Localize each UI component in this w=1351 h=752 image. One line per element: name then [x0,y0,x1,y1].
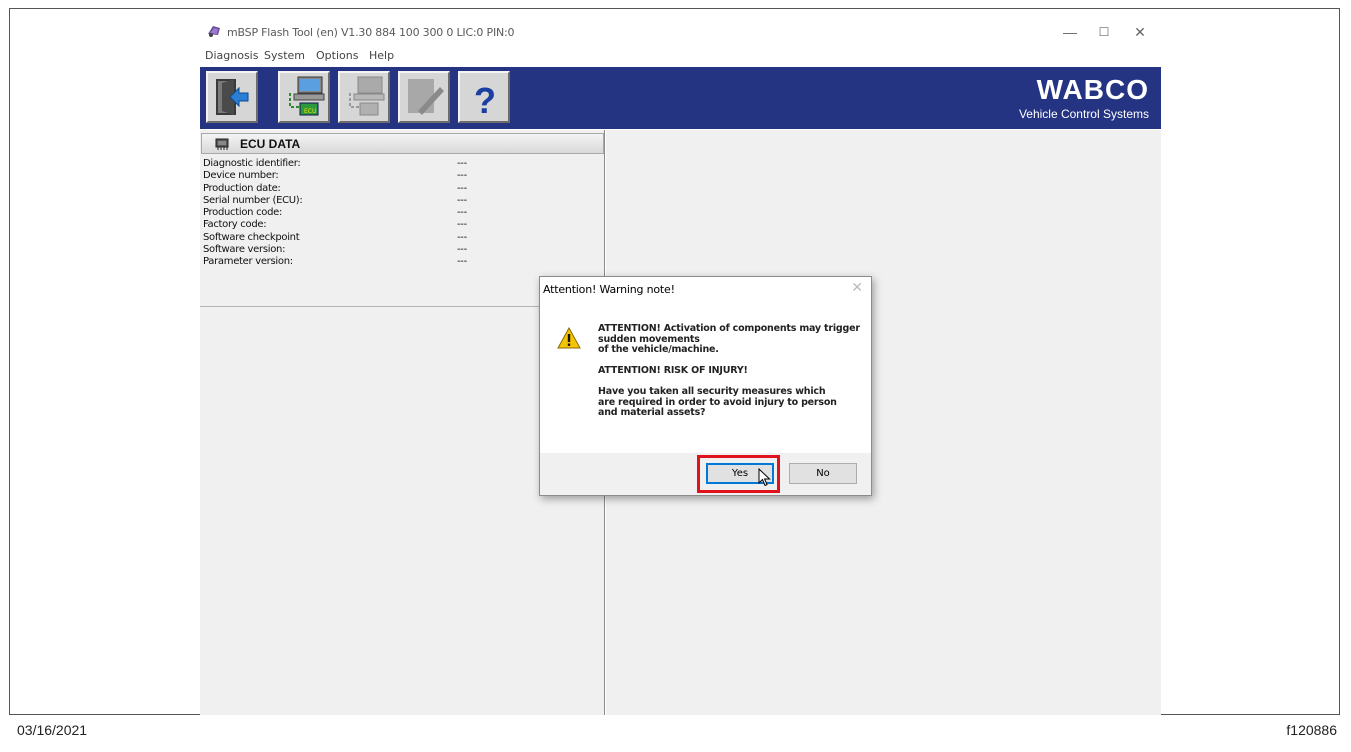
ecu-connect-button[interactable]: ECU [278,71,330,123]
ecu-row-software-version: Software version: --- [203,244,603,256]
ecu-row-diagnostic-identifier: Diagnostic identifier: --- [203,158,603,170]
ecu-label: Production code: [203,207,283,219]
toolbar: ECU ? WABCO Vehicle Control Systems [200,67,1161,129]
minimize-button[interactable]: — [1055,21,1085,43]
ecu-row-production-date: Production date: --- [203,183,603,195]
help-icon: ? [474,80,496,121]
dialog-title: Attention! Warning note! [543,283,675,296]
menu-options[interactable]: Options [316,49,358,62]
edit-button[interactable] [398,71,450,123]
ecu-value: --- [457,231,467,243]
ecu-value: --- [457,256,467,268]
brand: WABCO Vehicle Control Systems [1018,74,1149,122]
ecu-label: Software checkpoint [203,231,300,243]
ecu-data-header[interactable]: ECU DATA [201,133,604,154]
exit-icon [216,79,249,115]
ecu-label: Serial number (ECU): [203,194,303,206]
ecu-value: --- [457,207,467,219]
message-line: ATTENTION! Activation of components may … [598,323,860,334]
chip-icon [215,138,229,150]
dialog-close-button[interactable]: ✕ [851,279,863,296]
svg-text:?: ? [474,80,496,121]
ecu-value: --- [457,194,467,206]
svg-text:ECU: ECU [304,108,316,115]
ecu-data-title: ECU DATA [240,137,301,151]
ecu-label: Diagnostic identifier: [203,158,301,169]
flash-button[interactable] [338,71,390,123]
ecu-value: --- [457,219,467,231]
ecu-label: Software version: [203,244,286,256]
document-date: 03/16/2021 [17,722,88,738]
window-title: mBSP Flash Tool (en) V1.30 884 100 300 0… [227,26,515,39]
ecu-row-factory-code: Factory code: --- [203,219,603,231]
edit-icon [408,79,444,115]
ecu-label: Factory code: [203,219,267,231]
menu-system[interactable]: System [264,49,305,62]
title-bar[interactable]: mBSP Flash Tool (en) V1.30 884 100 300 0… [200,17,1161,47]
ecu-label: Device number: [203,170,279,182]
menu-diagnosis[interactable]: Diagnosis [205,49,258,62]
menu-bar: Diagnosis System Options Help [200,47,1161,65]
close-button[interactable]: ✕ [1125,21,1155,43]
maximize-button[interactable]: ☐ [1089,21,1119,43]
warning-icon [557,327,581,349]
flash-icon [349,76,385,116]
ecu-label: Production date: [203,182,281,194]
menu-help[interactable]: Help [369,49,394,62]
ecu-value: --- [457,170,467,182]
ecu-value: --- [457,158,467,169]
ecu-row-software-checkpoint: Software checkpoint --- [203,232,603,244]
ecu-label: Parameter version: [203,256,293,268]
ecu-row-device-number: Device number: --- [203,170,603,182]
ecu-row-parameter-version: Parameter version: --- [203,256,603,268]
dialog-message: ATTENTION! Activation of components may … [598,323,860,419]
brand-tagline: Vehicle Control Systems [1018,107,1149,121]
figure-id: f120886 [1286,722,1337,738]
mouse-cursor-icon [758,468,771,487]
ecu-connect-icon: ECU [289,76,325,116]
message-line: of the vehicle/machine. [598,344,719,355]
app-icon [208,26,220,37]
ecu-row-serial-number: Serial number (ECU): --- [203,195,603,207]
exit-button[interactable] [206,71,258,123]
message-line: ATTENTION! RISK OF INJURY! [598,365,748,376]
ecu-row-production-code: Production code: --- [203,207,603,219]
no-button[interactable]: No [789,463,857,484]
message-line: Have you taken all security measures whi… [598,386,826,397]
ecu-value: --- [457,244,467,256]
help-button[interactable]: ? [458,71,510,123]
wabco-logo: WABCO [1036,74,1149,105]
ecu-value: --- [457,182,467,194]
message-line: and material assets? [598,407,706,418]
ecu-data-list: Diagnostic identifier: --- Device number:… [203,158,603,269]
